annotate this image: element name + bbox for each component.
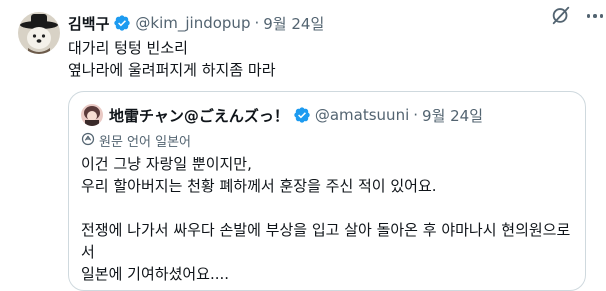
translate-icon [81, 132, 95, 150]
tweet[interactable]: 김백구 @kim_jindopup · 9월 24일 대가리 텅텅 빈소리옆나라… [0, 0, 606, 291]
tweet-header: 김백구 @kim_jindopup · 9월 24일 [68, 10, 594, 36]
more-options-icon[interactable] [584, 8, 606, 24]
verified-badge-icon [113, 14, 131, 32]
author-handle[interactable]: @kim_jindopup [135, 14, 250, 32]
tweet-date[interactable]: 9월 24일 [263, 13, 324, 34]
tweet-text: 대가리 텅텅 빈소리옆나라에 울려퍼지게 하지좀 마라 [68, 37, 594, 81]
quoted-separator-dot: · [413, 106, 419, 124]
tweet-body: 김백구 @kim_jindopup · 9월 24일 대가리 텅텅 빈소리옆나라… [68, 10, 594, 81]
quoted-tweet-text: 이건 그냥 자랑일 뿐이지만, 우리 할아버지는 천황 폐하께서 훈장을 주신 … [81, 155, 571, 283]
author-avatar[interactable] [18, 12, 60, 54]
quoted-author-name[interactable]: 地雷チャン@ごえんズっ！ [109, 105, 289, 126]
author-name[interactable]: 김백구 [68, 13, 109, 34]
quoted-author-handle[interactable]: @amatsuuni [315, 106, 409, 124]
quoted-tweet[interactable]: 地雷チャン@ごえんズっ！ @amatsuuni · 9월 24일 원문 언어 일… [68, 91, 586, 291]
tweet-text-line: 대가리 텅텅 빈소리 [68, 39, 188, 57]
quoted-tweet-header: 地雷チャン@ごえんズっ！ @amatsuuni · 9월 24일 [81, 104, 483, 126]
quoted-author-avatar[interactable] [81, 104, 103, 126]
separator-dot: · [254, 14, 260, 32]
translation-notice[interactable]: 원문 언어 일본어 [81, 131, 191, 150]
quoted-tweet-date[interactable]: 9월 24일 [422, 105, 483, 126]
grok-icon[interactable] [550, 4, 572, 26]
tweet-text-line: 옆나라에 울려퍼지게 하지좀 마라 [68, 61, 276, 79]
translation-label: 원문 언어 일본어 [99, 135, 191, 150]
quoted-verified-badge-icon [293, 106, 311, 124]
